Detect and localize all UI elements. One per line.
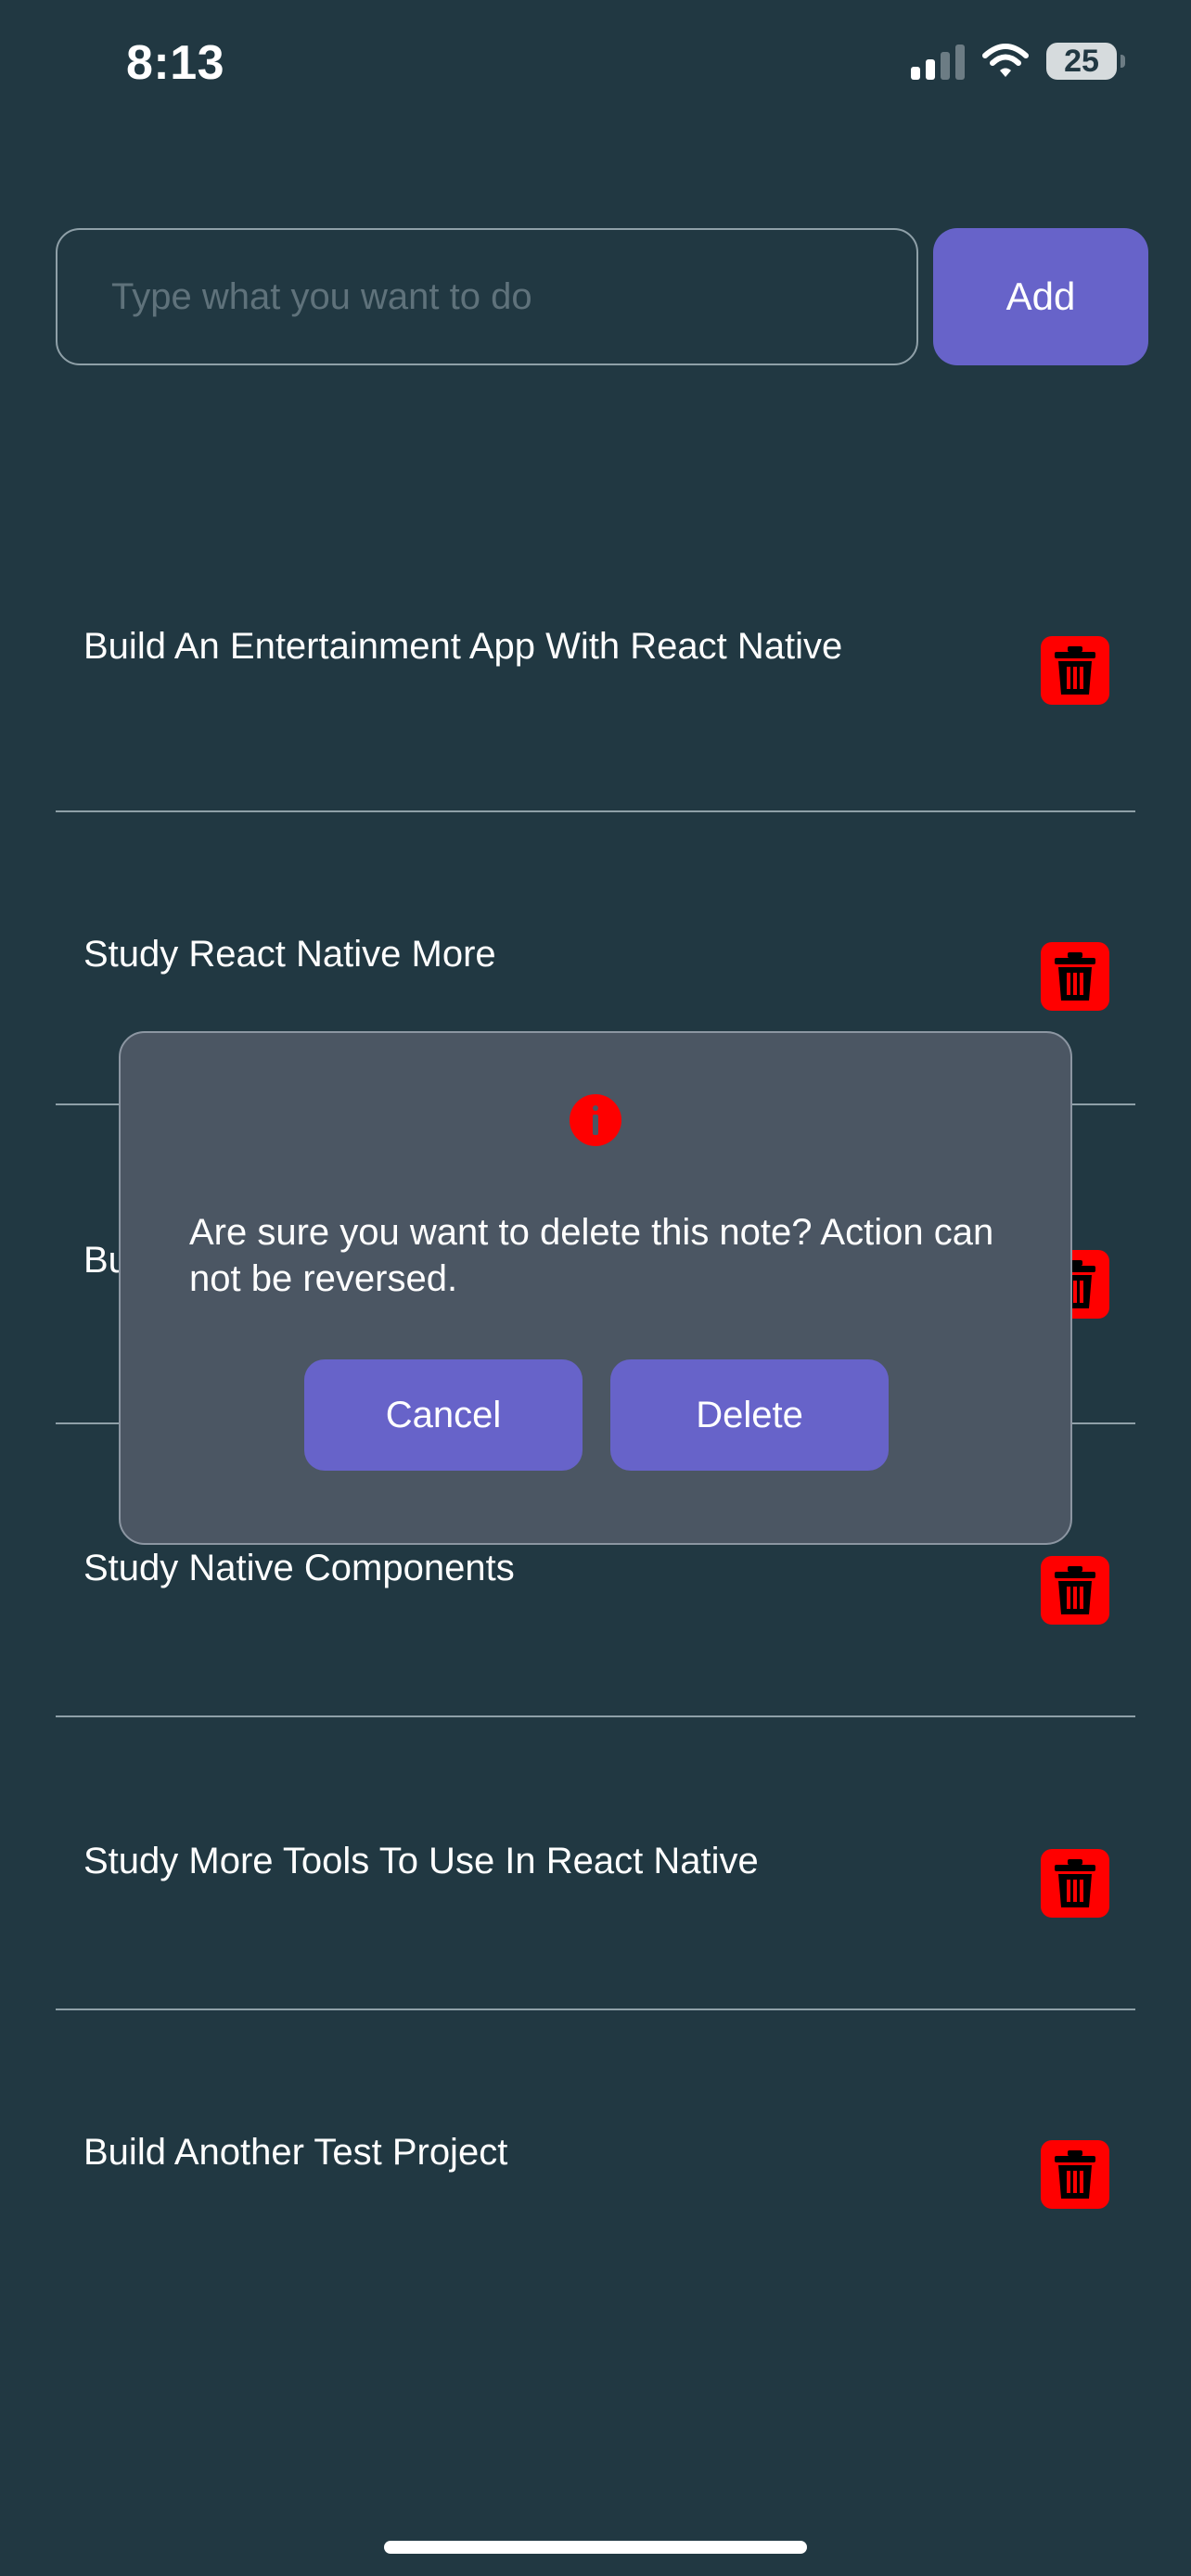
add-button[interactable]: Add [933,228,1148,365]
battery-icon: 25 [1046,43,1125,80]
todo-text: Build Another Test Project [83,2132,508,2173]
delete-button[interactable] [1041,1556,1109,1625]
todo-text: Build An Entertainment App With React Na… [83,626,843,667]
status-time: 8:13 [126,36,225,90]
cellular-signal-icon [911,43,965,80]
todo-input[interactable] [56,228,918,365]
confirm-delete-button[interactable]: Delete [610,1359,889,1471]
modal-message: Are sure you want to delete this note? A… [189,1212,994,1299]
todo-text: Study Native Components [83,1548,515,1588]
trash-icon [1055,1566,1095,1614]
todo-text: Study React Native More [83,934,496,975]
trash-icon [1055,646,1095,695]
trash-icon [1055,952,1095,1001]
home-indicator[interactable] [384,2541,807,2554]
trash-icon [1055,2150,1095,2199]
delete-button[interactable] [1041,942,1109,1011]
delete-button[interactable] [1041,2140,1109,2209]
todo-text: Study More Tools To Use In React Native [83,1841,759,1881]
battery-level: 25 [1064,43,1099,79]
delete-confirm-modal: Are sure you want to delete this note? A… [119,1031,1072,1545]
list-item: Study More Tools To Use In React Native [56,1717,1135,2010]
delete-button[interactable] [1041,1849,1109,1918]
alert-icon [570,1094,621,1146]
cancel-button[interactable]: Cancel [304,1359,583,1471]
status-icons: 25 [911,43,1125,80]
delete-button[interactable] [1041,636,1109,705]
wifi-icon [982,44,1029,77]
list-item: Build Another Test Project [56,2010,1135,2303]
trash-icon [1055,1859,1095,1907]
list-item: Build An Entertainment App With React Na… [56,519,1135,812]
